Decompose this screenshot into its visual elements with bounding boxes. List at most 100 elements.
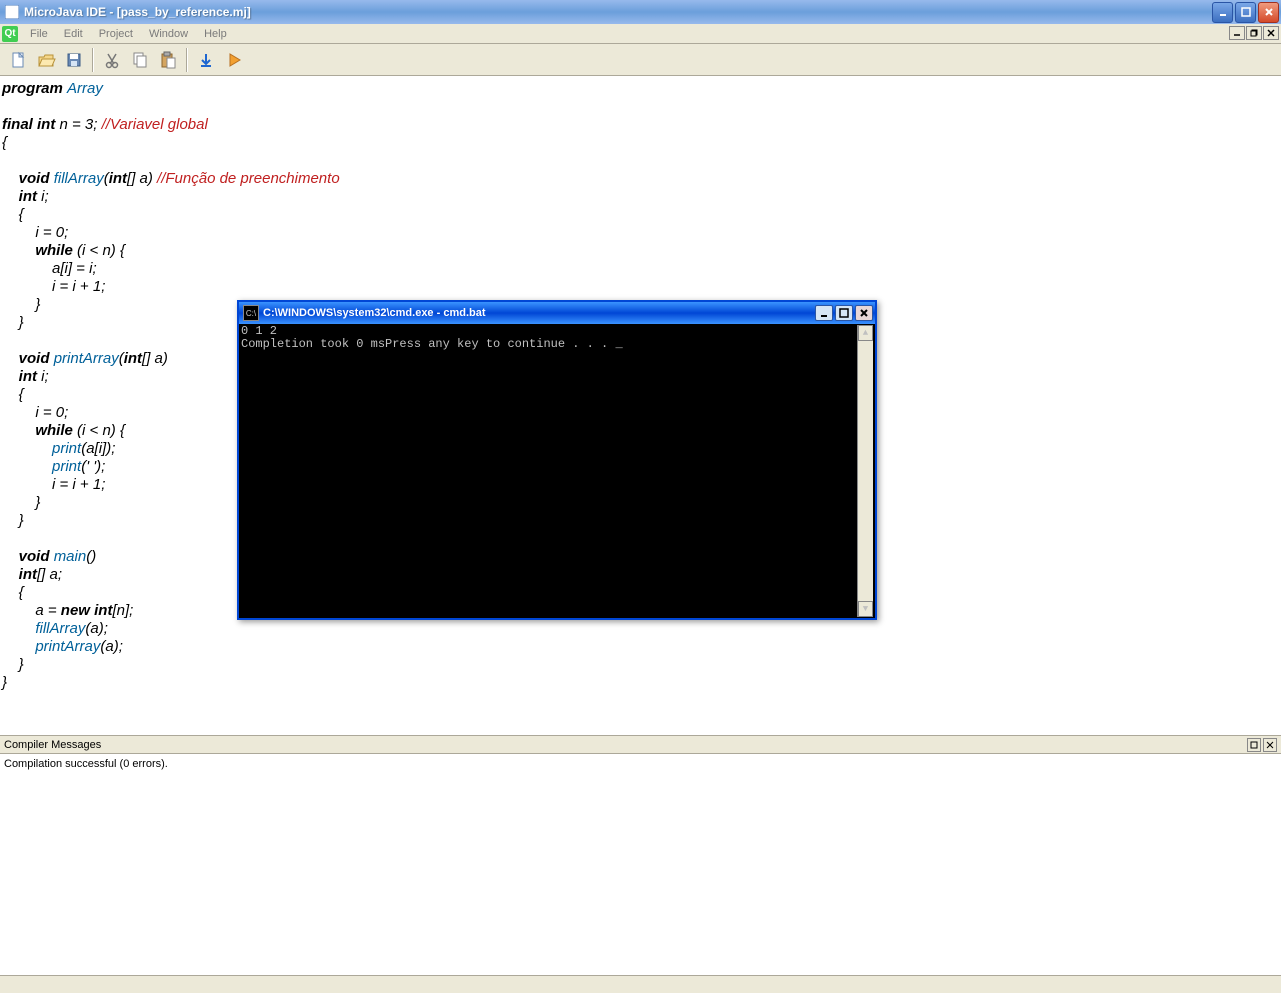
code-text: void (2, 350, 54, 367)
cmd-line: 0 1 2 (241, 324, 284, 338)
code-text: int (124, 350, 142, 367)
build-button[interactable] (192, 46, 220, 74)
cmd-title-text: C:\WINDOWS\system32\cmd.exe - cmd.bat (263, 307, 815, 319)
compiler-messages-panel: Compiler Messages Compilation successful… (0, 735, 1281, 975)
new-file-button[interactable] (4, 46, 32, 74)
window-title: MicroJava IDE - [pass_by_reference.mj] (24, 5, 1212, 19)
code-text: int (2, 368, 41, 385)
code-text: [n]; (112, 602, 133, 619)
code-text: while (2, 242, 77, 259)
main-titlebar: MicroJava IDE - [pass_by_reference.mj] (0, 0, 1281, 24)
cut-button[interactable] (98, 46, 126, 74)
menu-help[interactable]: Help (196, 26, 235, 42)
scroll-track[interactable] (858, 341, 873, 601)
menu-project[interactable]: Project (91, 26, 141, 42)
code-text: printArray (54, 350, 119, 367)
code-text: int (2, 188, 41, 205)
compiler-panel-body[interactable]: Compilation successful (0 errors). (0, 754, 1281, 975)
toolbar-separator (92, 48, 94, 72)
run-button[interactable] (220, 46, 248, 74)
code-text: i = i + 1; (2, 278, 105, 295)
open-file-button[interactable] (32, 46, 60, 74)
statusbar (0, 975, 1281, 993)
app-icon (4, 4, 20, 20)
minimize-button[interactable] (1212, 2, 1233, 23)
code-text: } (2, 512, 24, 529)
cmd-line: Completion took 0 msPress any key to con… (241, 337, 623, 351)
paste-button[interactable] (154, 46, 182, 74)
code-text: (a); (100, 638, 123, 655)
toolbar (0, 44, 1281, 76)
code-text: } (2, 494, 40, 511)
code-text: { (2, 584, 24, 601)
scroll-down-button[interactable]: ▼ (858, 601, 873, 617)
panel-float-button[interactable] (1247, 738, 1261, 752)
mdi-close-button[interactable] (1263, 26, 1279, 40)
compiler-panel-title: Compiler Messages (4, 739, 101, 751)
code-text: (i < n) { (77, 242, 125, 259)
code-text (2, 440, 52, 457)
cmd-window[interactable]: C:\ C:\WINDOWS\system32\cmd.exe - cmd.ba… (237, 300, 877, 620)
code-text: final int (2, 116, 60, 133)
cmd-close-button[interactable] (855, 305, 873, 321)
code-text: n = 3; (60, 116, 102, 133)
code-text: { (2, 206, 24, 223)
code-text: (' '); (81, 458, 105, 475)
code-text: i = 0; (2, 404, 68, 421)
code-text: print (52, 440, 81, 457)
cmd-icon: C:\ (243, 305, 259, 321)
copy-button[interactable] (126, 46, 154, 74)
code-text: (a[i]); (81, 440, 115, 457)
code-text (2, 638, 35, 655)
cmd-output: 0 1 2 Completion took 0 msPress any key … (241, 325, 857, 617)
code-text: } (2, 296, 40, 313)
code-text: i; (41, 368, 49, 385)
menu-file[interactable]: File (22, 26, 56, 42)
qt-icon: Qt (2, 26, 18, 42)
menu-edit[interactable]: Edit (56, 26, 91, 42)
menubar: Qt File Edit Project Window Help (0, 24, 1281, 44)
code-text: int (2, 566, 37, 583)
code-text: i = 0; (2, 224, 68, 241)
code-text: printArray (35, 638, 100, 655)
toolbar-separator-2 (186, 48, 188, 72)
code-text: int (109, 170, 127, 187)
code-text: main (54, 548, 87, 565)
panel-close-button[interactable] (1263, 738, 1277, 752)
code-text: void (2, 548, 54, 565)
cmd-maximize-button[interactable] (835, 305, 853, 321)
code-text: //Variavel global (102, 116, 208, 133)
cmd-titlebar[interactable]: C:\ C:\WINDOWS\system32\cmd.exe - cmd.ba… (239, 302, 875, 324)
code-text: fillArray (35, 620, 85, 637)
menu-window[interactable]: Window (141, 26, 196, 42)
close-button[interactable] (1258, 2, 1279, 23)
code-text (2, 620, 35, 637)
code-text: } (2, 656, 24, 673)
save-file-button[interactable] (60, 46, 88, 74)
code-text: { (2, 134, 7, 151)
code-text: void (2, 170, 54, 187)
code-text: a = (2, 602, 61, 619)
code-text: while (2, 422, 77, 439)
scroll-up-button[interactable]: ▲ (858, 325, 873, 341)
code-text: //Função de preenchimento (157, 170, 340, 187)
compiler-message: Compilation successful (0 errors). (4, 758, 1277, 770)
code-text: } (2, 314, 24, 331)
cmd-minimize-button[interactable] (815, 305, 833, 321)
mdi-restore-button[interactable] (1246, 26, 1262, 40)
code-text: [] a) (127, 170, 157, 187)
code-text: program (2, 80, 67, 97)
code-text: Array (67, 80, 103, 97)
compiler-panel-header: Compiler Messages (0, 736, 1281, 754)
maximize-button[interactable] (1235, 2, 1256, 23)
code-text: (i < n) { (77, 422, 125, 439)
mdi-minimize-button[interactable] (1229, 26, 1245, 40)
cmd-body[interactable]: 0 1 2 Completion took 0 msPress any key … (239, 324, 875, 618)
cmd-scrollbar[interactable]: ▲ ▼ (857, 325, 873, 617)
code-text: fillArray (54, 170, 104, 187)
code-text: print (52, 458, 81, 475)
code-text (2, 458, 52, 475)
code-text: { (2, 386, 24, 403)
code-text: i; (41, 188, 49, 205)
code-text: new int (61, 602, 113, 619)
